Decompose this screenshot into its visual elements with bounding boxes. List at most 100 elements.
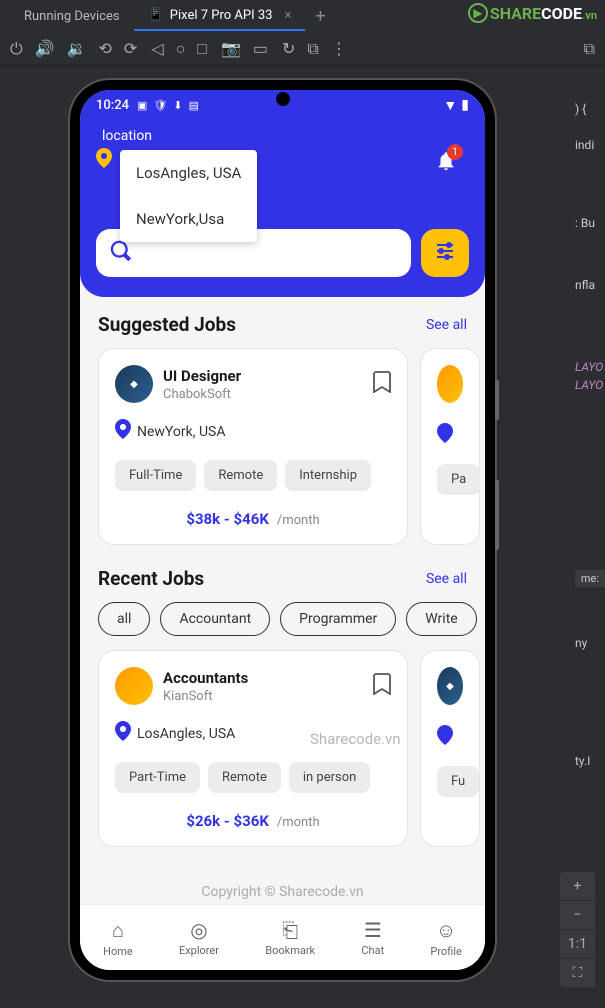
bottom-nav: ⌂ Home ◎ Explorer ⎗ Bookmark ☰ Chat ☺ Pr… xyxy=(80,904,485,970)
code-editor-peek: ) { indi : Bu nfla LAYO LAYO ny ty.I xyxy=(575,100,605,770)
device-screen[interactable]: 10:24 ▣ 🛡 ⬇ ▤ ▼ ▮ location xyxy=(80,90,485,970)
job-salary: $38k - $46K xyxy=(186,510,269,528)
job-tag-internship[interactable]: Internship xyxy=(285,460,371,491)
job-tag-fulltime[interactable]: Full-Time xyxy=(115,460,196,491)
tab-running-devices[interactable]: Running Devices xyxy=(10,3,134,30)
location-label: location xyxy=(102,128,469,144)
status-time: 10:24 xyxy=(96,98,129,113)
tab-pixel-device[interactable]: 📱 Pixel 7 Pro API 33 × xyxy=(134,2,306,31)
volume-down-icon[interactable]: 🔉 xyxy=(67,39,87,59)
suggested-jobs-title: Suggested Jobs xyxy=(98,313,236,336)
code-hint: me: xyxy=(575,570,605,587)
shield-icon: 🛡 xyxy=(153,99,167,112)
app-header: location 1 LosAngles, USA NewYork,Usa xyxy=(80,120,485,297)
device-frame: 10:24 ▣ 🛡 ⬇ ▤ ▼ ▮ location xyxy=(70,80,495,980)
record-icon[interactable]: ▭ xyxy=(253,39,268,58)
job-tag-parttime[interactable]: Part-Time xyxy=(115,762,200,793)
nav-bookmark[interactable]: ⎗ Bookmark xyxy=(265,918,315,957)
zoom-reset-button[interactable]: 1:1 xyxy=(560,930,595,959)
job-tag-remote[interactable]: Remote xyxy=(204,460,277,491)
job-salary: $26k - $36K xyxy=(186,812,269,830)
add-tab-button[interactable]: + xyxy=(315,6,325,27)
location-option-newyork[interactable]: NewYork,Usa xyxy=(120,196,257,242)
suggested-job-card[interactable]: Pa xyxy=(420,348,480,545)
recent-job-card[interactable]: ◆ Fu xyxy=(420,650,480,847)
nav-explorer[interactable]: ◎ Explorer xyxy=(179,918,219,957)
profile-icon: ☺ xyxy=(436,918,456,943)
chip-accountant[interactable]: Accountant xyxy=(160,602,270,636)
back-icon[interactable]: ◁ xyxy=(151,39,163,59)
power-icon[interactable]: ⏻ xyxy=(10,39,23,59)
company-logo: ◆ xyxy=(115,365,153,403)
screenshot-icon[interactable]: 📷 xyxy=(221,39,241,58)
watermark-copyright: Copyright © Sharecode.vn xyxy=(201,884,363,900)
location-pin-icon[interactable] xyxy=(96,152,112,173)
tab-label: Pixel 7 Pro API 33 xyxy=(170,8,273,23)
recent-see-all-link[interactable]: See all xyxy=(426,571,467,587)
filter-button[interactable] xyxy=(421,229,469,277)
bookmark-icon[interactable] xyxy=(373,371,391,398)
job-tag[interactable]: Pa xyxy=(437,464,480,495)
compass-icon: ◎ xyxy=(190,918,207,942)
more-icon[interactable]: ⋮ xyxy=(331,39,347,59)
wifi-icon: ▼ xyxy=(443,97,457,114)
sd-icon: ▤ xyxy=(189,99,199,112)
location-pin-icon xyxy=(115,419,131,444)
zoom-fit-button[interactable]: ⛶ xyxy=(560,959,595,988)
job-location: LosAngles, USA xyxy=(137,726,235,742)
chat-icon: ☰ xyxy=(364,918,382,942)
job-salary-period: /month xyxy=(277,513,320,528)
overview-icon[interactable]: □ xyxy=(197,39,207,59)
recent-jobs-title: Recent Jobs xyxy=(98,567,204,590)
battery-icon: ▮ xyxy=(461,97,469,114)
job-salary-period: /month xyxy=(277,815,320,830)
nav-home[interactable]: ⌂ Home xyxy=(103,918,133,958)
device-icon: 📱 xyxy=(148,8,164,23)
job-title: UI Designer xyxy=(163,367,363,385)
location-dropdown: LosAngles, USA NewYork,Usa xyxy=(120,150,257,242)
reload-icon[interactable]: ↻ xyxy=(282,39,295,59)
card-icon: ▣ xyxy=(137,99,147,112)
location-pin-icon xyxy=(437,423,453,448)
notification-button[interactable]: 1 xyxy=(435,150,457,178)
nav-chat[interactable]: ☰ Chat xyxy=(361,918,384,957)
volume-up-icon[interactable]: 🔊 xyxy=(35,39,55,59)
location-pin-icon xyxy=(115,721,131,746)
company-logo: ◆ xyxy=(437,667,463,705)
devices-icon[interactable]: ⧉ xyxy=(307,39,318,59)
rotate-left-icon[interactable]: ⟲ xyxy=(99,39,112,59)
company-logo xyxy=(437,365,463,403)
chip-write[interactable]: Write xyxy=(406,602,476,636)
job-title: Accountants xyxy=(163,669,363,687)
recent-job-card[interactable]: Accountants KianSoft LosAngles, USA Part… xyxy=(98,650,408,847)
zoom-out-button[interactable]: − xyxy=(560,901,595,930)
location-pin-icon xyxy=(437,725,453,750)
watermark-text: Sharecode.vn xyxy=(310,730,401,748)
zoom-in-button[interactable]: + xyxy=(560,872,595,901)
zoom-controls: + − 1:1 ⛶ xyxy=(560,872,595,988)
suggested-see-all-link[interactable]: See all xyxy=(426,317,467,333)
close-tab-icon[interactable]: × xyxy=(284,8,291,23)
chip-programmer[interactable]: Programmer xyxy=(280,602,396,636)
rotate-right-icon[interactable]: ⟳ xyxy=(124,39,137,59)
home-icon[interactable]: ○ xyxy=(176,39,186,59)
company-logo xyxy=(115,667,153,705)
job-tag-inperson[interactable]: in person xyxy=(289,762,370,793)
job-tag-remote[interactable]: Remote xyxy=(208,762,281,793)
sharecode-watermark: ▶ SHARECODE.vn xyxy=(468,3,597,23)
bookmark-icon[interactable] xyxy=(373,673,391,700)
job-company: KianSoft xyxy=(163,689,363,704)
screen-share-icon[interactable]: ⧉ xyxy=(584,39,595,59)
ide-toolbar: ⏻ 🔊 🔉 ⟲ ⟳ ◁ ○ □ 📷 ▭ ↻ ⧉ ⋮ ⧉ xyxy=(0,32,605,66)
bookmark-icon: ⎗ xyxy=(282,918,298,942)
nav-profile[interactable]: ☺ Profile xyxy=(430,918,461,958)
job-tag[interactable]: Fu xyxy=(437,766,479,797)
download-icon: ⬇ xyxy=(173,99,182,112)
search-icon xyxy=(110,240,132,267)
home-icon: ⌂ xyxy=(112,918,124,943)
sliders-icon xyxy=(433,239,457,267)
chip-all[interactable]: all xyxy=(98,602,150,636)
notification-badge: 1 xyxy=(447,144,463,160)
suggested-job-card[interactable]: ◆ UI Designer ChabokSoft NewYork, USA xyxy=(98,348,408,545)
location-option-losangeles[interactable]: LosAngles, USA xyxy=(120,150,257,196)
